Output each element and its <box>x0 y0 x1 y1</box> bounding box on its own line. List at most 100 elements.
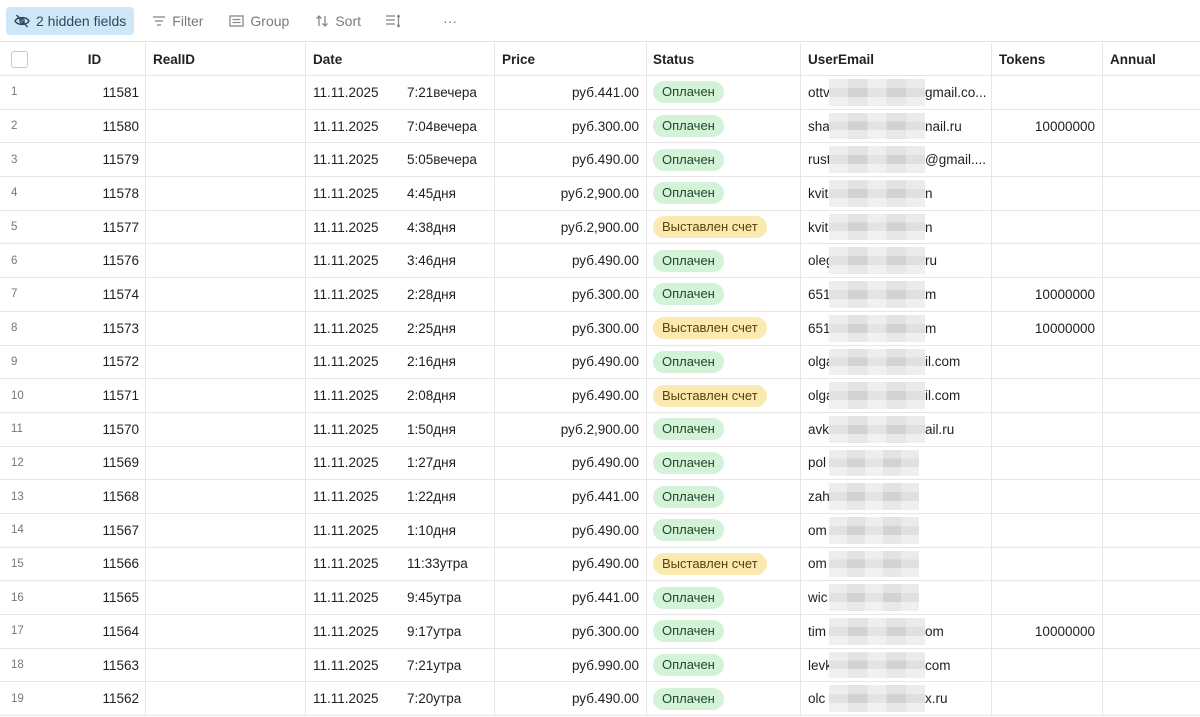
annual-cell[interactable] <box>1103 514 1200 547</box>
annual-cell[interactable] <box>1103 480 1200 513</box>
table-row[interactable]: 2 11580 11.11.2025 7:04вечера руб.300.00 Опла… <box>0 109 1200 144</box>
table-row[interactable]: 11 11570 11.11.2025 1:50дня руб.2,900.00 Опла… <box>0 412 1200 447</box>
date-cell[interactable]: 11.11.2025 3:46дня <box>306 244 495 278</box>
column-header-id[interactable]: ID <box>38 43 146 75</box>
email-cell[interactable]: 651 m <box>801 311 992 345</box>
annual-cell[interactable] <box>1103 143 1200 176</box>
tokens-cell[interactable] <box>992 648 1103 682</box>
price-cell[interactable]: руб.441.00 <box>495 76 647 109</box>
table-row[interactable]: 14 11567 11.11.2025 1:10дня руб.490.00 Оплаче… <box>0 513 1200 548</box>
column-header-price[interactable]: Price <box>495 43 647 75</box>
price-cell[interactable]: руб.2,900.00 <box>495 412 647 446</box>
realid-cell[interactable] <box>146 210 306 244</box>
id-cell[interactable]: 11570 <box>38 412 146 446</box>
select-all-checkbox[interactable] <box>10 50 28 68</box>
email-cell[interactable]: olga il.com <box>801 379 992 412</box>
realid-cell[interactable] <box>146 581 306 614</box>
status-cell[interactable]: Выставлен счет <box>647 311 801 345</box>
hidden-fields-button[interactable]: 2 hidden fields <box>6 6 135 35</box>
status-cell[interactable]: Оплачен <box>647 513 801 547</box>
realid-cell[interactable] <box>146 648 306 682</box>
column-header-tokens[interactable]: Tokens <box>992 43 1103 75</box>
table-row[interactable]: 3 11579 11.11.2025 5:05вечера руб.490.00 Опла… <box>0 143 1200 178</box>
annual-cell[interactable] <box>1103 682 1200 715</box>
realid-cell[interactable] <box>146 143 306 177</box>
column-header-status[interactable]: Status <box>647 43 801 75</box>
realid-cell[interactable] <box>146 379 306 412</box>
email-cell[interactable]: tim om <box>801 615 992 648</box>
id-cell[interactable]: 11567 <box>38 513 146 547</box>
annual-cell[interactable] <box>1103 447 1200 480</box>
date-cell[interactable]: 11.11.2025 2:08дня <box>306 379 495 412</box>
table-row[interactable]: 12 11569 11.11.2025 1:27дня руб.490.00 Оплаче… <box>0 446 1200 481</box>
realid-cell[interactable] <box>146 547 306 581</box>
status-cell[interactable]: Оплачен <box>647 345 801 379</box>
column-header-annual[interactable]: Annual <box>1103 43 1200 75</box>
status-cell[interactable]: Оплачен <box>647 648 801 682</box>
email-cell[interactable]: sha nail.ru <box>801 109 992 143</box>
id-cell[interactable]: 11569 <box>38 446 146 480</box>
realid-cell[interactable] <box>146 311 306 345</box>
annual-cell[interactable] <box>1103 615 1200 648</box>
tokens-cell[interactable] <box>992 547 1103 581</box>
id-cell[interactable]: 11574 <box>38 278 146 311</box>
date-cell[interactable]: 11.11.2025 1:22дня <box>306 480 495 513</box>
table-row[interactable]: 10 11571 11.11.2025 2:08дня руб.490.00 Выстав… <box>0 379 1200 413</box>
column-header-date[interactable]: Date <box>306 43 495 75</box>
price-cell[interactable]: руб.490.00 <box>495 379 647 412</box>
email-cell[interactable]: olga il.com <box>801 345 992 379</box>
date-cell[interactable]: 11.11.2025 1:27дня <box>306 446 495 480</box>
status-cell[interactable]: Оплачен <box>647 682 801 716</box>
table-row[interactable]: 7 11574 11.11.2025 2:28дня руб.300.00 Оплачен… <box>0 278 1200 312</box>
date-cell[interactable]: 11.11.2025 2:25дня <box>306 311 495 345</box>
annual-cell[interactable] <box>1103 244 1200 277</box>
tokens-cell[interactable] <box>992 412 1103 446</box>
price-cell[interactable]: руб.2,900.00 <box>495 210 647 244</box>
tokens-cell[interactable] <box>992 76 1103 109</box>
realid-cell[interactable] <box>146 480 306 513</box>
status-cell[interactable]: Оплачен <box>647 480 801 513</box>
price-cell[interactable]: руб.300.00 <box>495 278 647 311</box>
price-cell[interactable]: руб.490.00 <box>495 244 647 278</box>
table-row[interactable]: 4 11578 11.11.2025 4:45дня руб.2,900.00 Оплач… <box>0 177 1200 211</box>
annual-cell[interactable] <box>1103 581 1200 614</box>
status-cell[interactable]: Оплачен <box>647 109 801 143</box>
email-cell[interactable]: olc x.ru <box>801 682 992 716</box>
email-cell[interactable]: wic <box>801 581 992 614</box>
table-row[interactable]: 5 11577 11.11.2025 4:38дня руб.2,900.00 Выста… <box>0 210 1200 245</box>
email-cell[interactable]: zah <box>801 480 992 513</box>
status-cell[interactable]: Оплачен <box>647 581 801 614</box>
id-cell[interactable]: 11568 <box>38 480 146 513</box>
id-cell[interactable]: 11564 <box>38 615 146 648</box>
date-cell[interactable]: 11.11.2025 2:16дня <box>306 345 495 379</box>
realid-cell[interactable] <box>146 244 306 278</box>
id-cell[interactable]: 11566 <box>38 547 146 581</box>
table-row[interactable]: 18 11563 11.11.2025 7:21утра руб.990.00 Оплач… <box>0 648 1200 683</box>
table-row[interactable]: 6 11576 11.11.2025 3:46дня руб.490.00 Оплачен… <box>0 244 1200 279</box>
date-cell[interactable]: 11.11.2025 7:21вечера <box>306 76 495 109</box>
tokens-cell[interactable] <box>992 143 1103 177</box>
realid-cell[interactable] <box>146 412 306 446</box>
id-cell[interactable]: 11579 <box>38 143 146 177</box>
annual-cell[interactable] <box>1103 211 1200 244</box>
status-cell[interactable]: Оплачен <box>647 446 801 480</box>
id-cell[interactable]: 11565 <box>38 581 146 614</box>
realid-cell[interactable] <box>146 345 306 379</box>
tokens-cell[interactable] <box>992 210 1103 244</box>
email-cell[interactable]: avk ail.ru <box>801 412 992 446</box>
realid-cell[interactable] <box>146 109 306 143</box>
status-cell[interactable]: Оплачен <box>647 278 801 311</box>
id-cell[interactable]: 11572 <box>38 345 146 379</box>
sort-button[interactable]: Sort <box>307 7 369 35</box>
table-row[interactable]: 19 11562 11.11.2025 7:20утра руб.490.00 Оплач… <box>0 682 1200 717</box>
id-cell[interactable]: 11562 <box>38 682 146 716</box>
realid-cell[interactable] <box>146 513 306 547</box>
email-cell[interactable]: kvit n <box>801 177 992 210</box>
tokens-cell[interactable] <box>992 177 1103 210</box>
id-cell[interactable]: 11576 <box>38 244 146 278</box>
column-header-useremail[interactable]: UserEmail <box>801 43 992 75</box>
email-cell[interactable]: om <box>801 547 992 581</box>
status-cell[interactable]: Оплачен <box>647 244 801 278</box>
date-cell[interactable]: 11.11.2025 7:20утра <box>306 682 495 716</box>
date-cell[interactable]: 11.11.2025 1:10дня <box>306 513 495 547</box>
